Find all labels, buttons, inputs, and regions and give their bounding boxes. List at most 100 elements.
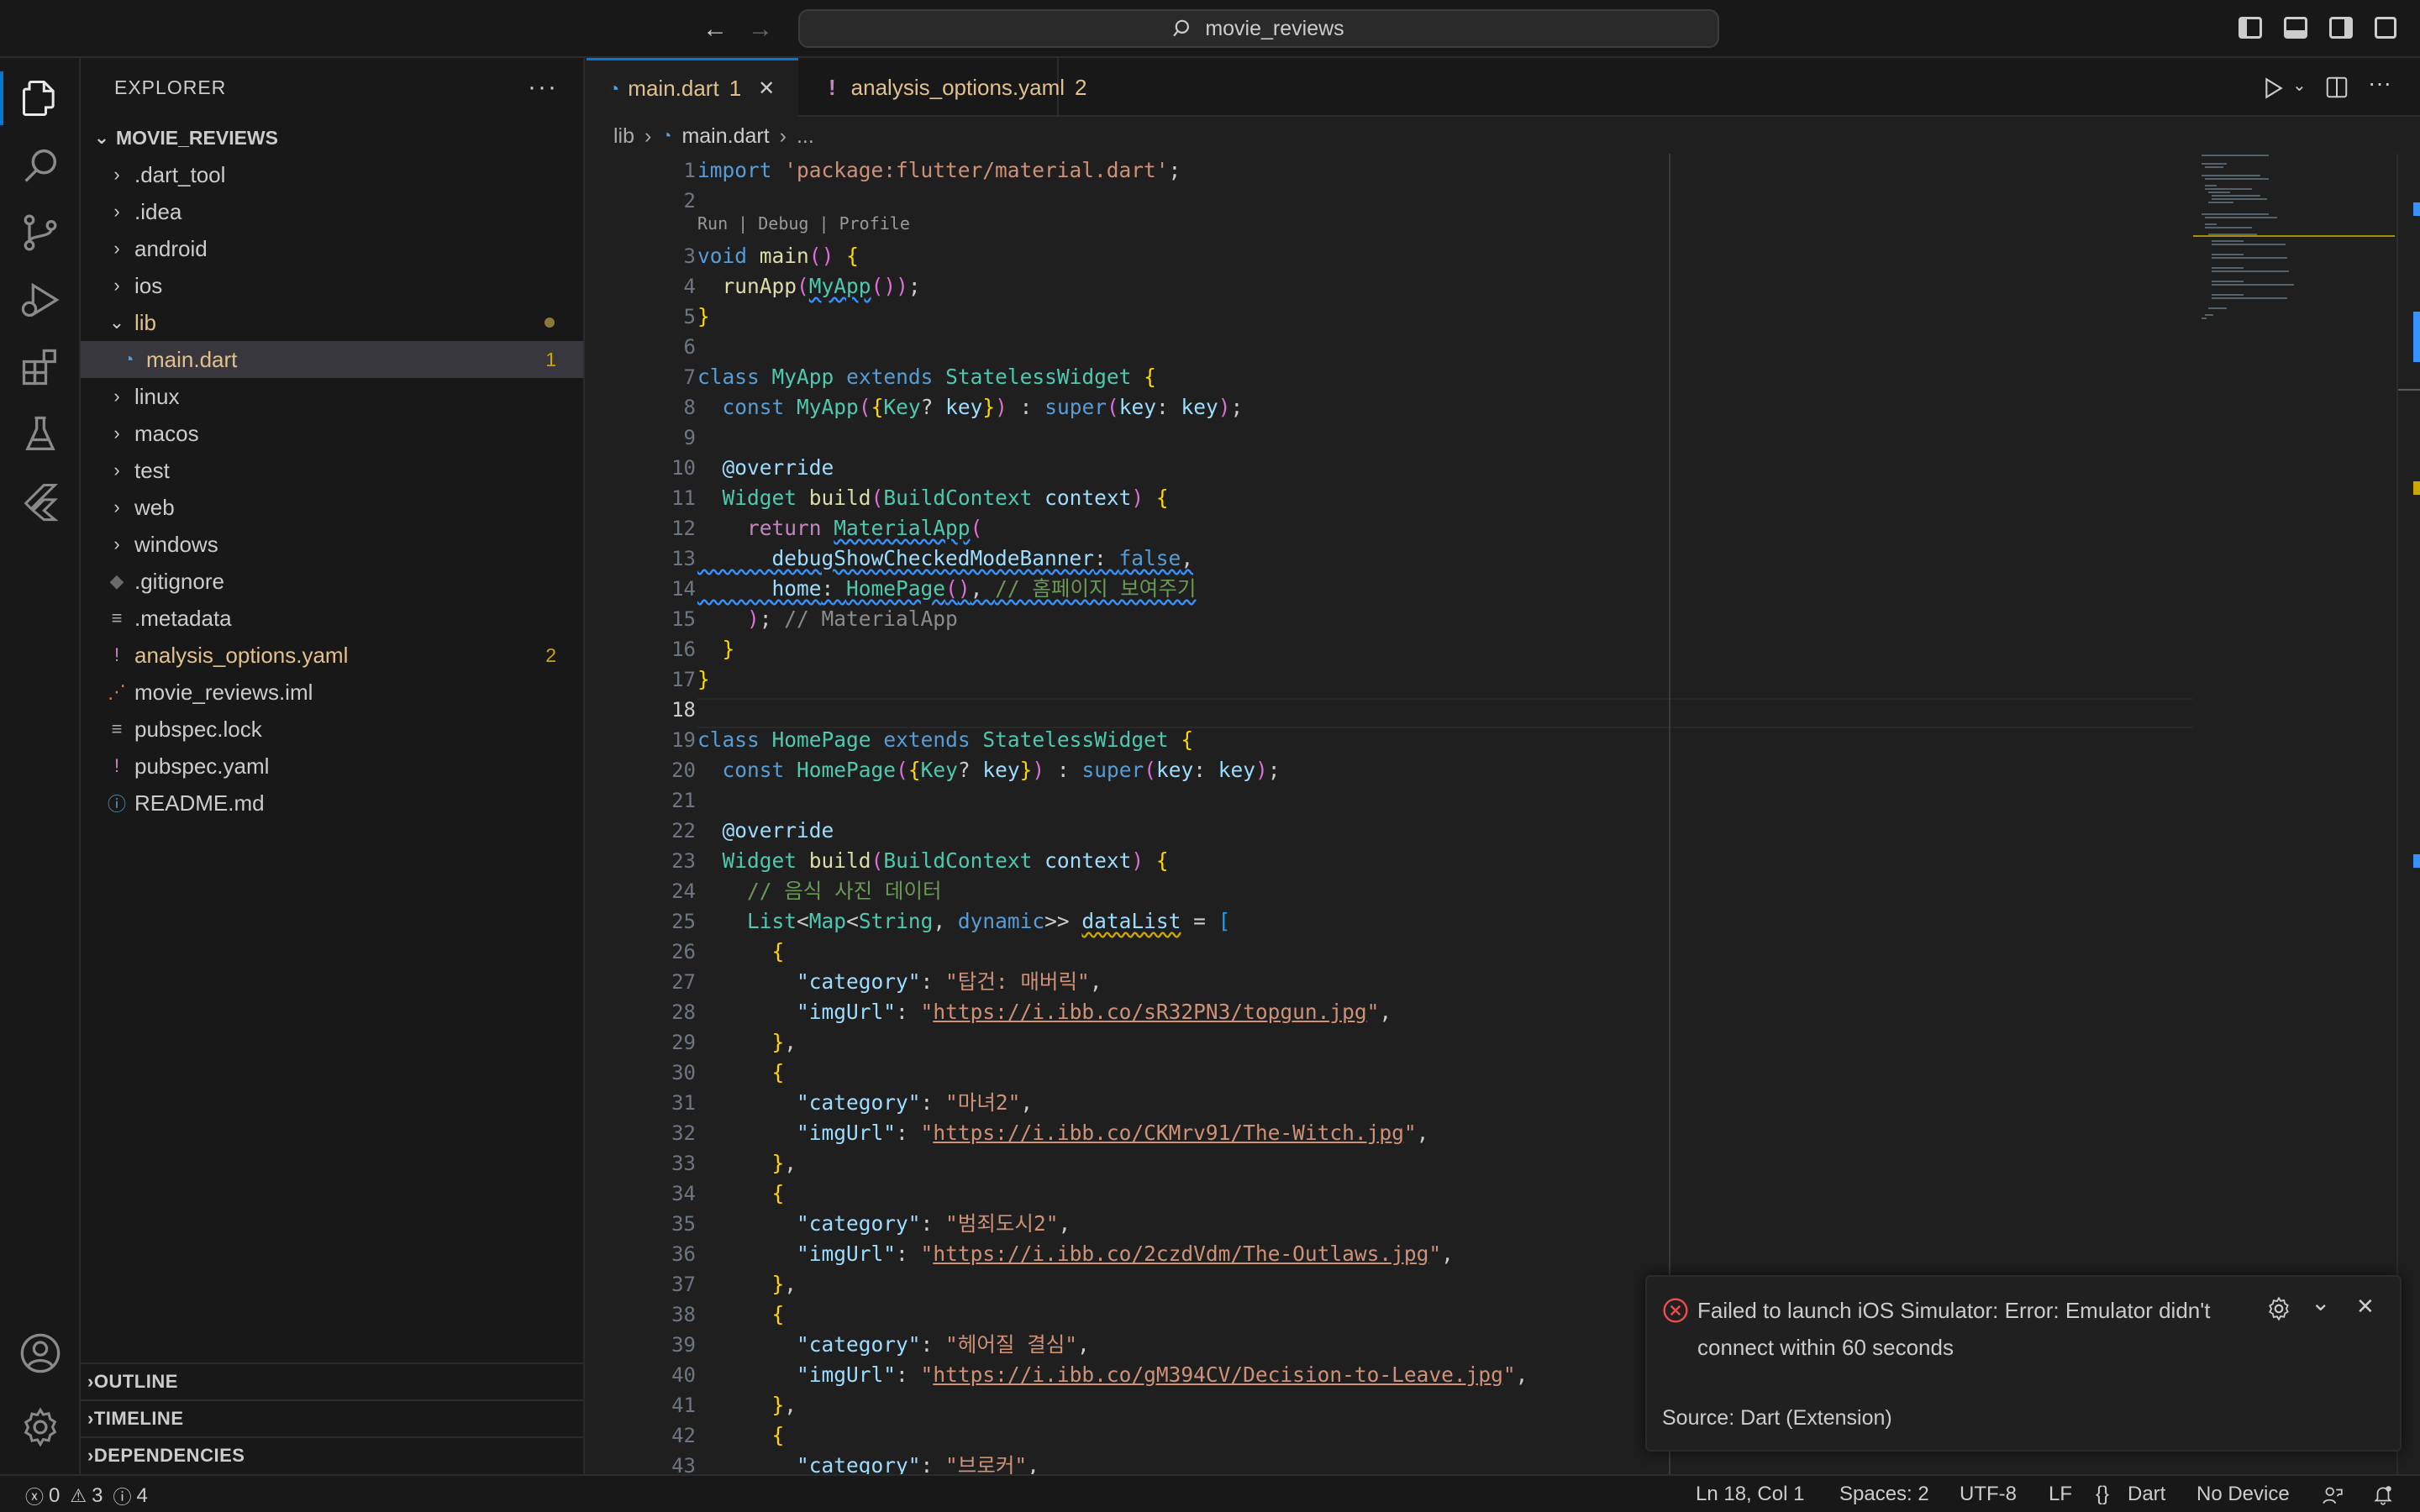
search-text: movie_reviews: [1205, 16, 1344, 40]
dependencies-section[interactable]: › DEPENDENCIES: [81, 1436, 583, 1473]
tree-item-label: lib: [134, 309, 157, 335]
language-braces-icon: {}: [2096, 1483, 2110, 1505]
problems-indicator[interactable]: ⓧ 0 ⚠ 3 ⓘ 4: [25, 1483, 148, 1509]
end-of-line[interactable]: LF: [2049, 1483, 2072, 1506]
encoding[interactable]: UTF-8: [1960, 1483, 2017, 1506]
code-line: {: [771, 1060, 785, 1084]
chevron-right-icon: ›: [87, 1445, 94, 1466]
more-actions-icon[interactable]: ···: [528, 73, 558, 102]
chevron-right-icon: ›: [113, 238, 120, 259]
tab-analysis-options[interactable]: ! analysis_options.yaml 2: [800, 58, 1087, 117]
account-icon[interactable]: [0, 1320, 81, 1387]
notifications-bell-icon[interactable]: [2371, 1484, 2395, 1506]
timeline-section[interactable]: › TIMELINE: [81, 1399, 583, 1436]
folder-item[interactable]: ⌄ lib: [81, 304, 583, 341]
code-line: "category": "탑건: 매버릭",: [797, 969, 1102, 994]
line-number: 13: [671, 547, 696, 570]
folder-item[interactable]: › .dart_tool: [81, 156, 583, 193]
scrollbar-marker: [2413, 202, 2420, 216]
folder-item[interactable]: › .idea: [81, 193, 583, 230]
outline-section[interactable]: › OUTLINE: [81, 1362, 583, 1399]
code-lens-run-debug-profile[interactable]: Run | Debug | Profile: [697, 211, 910, 236]
run-and-debug-icon[interactable]: [0, 266, 81, 333]
file-item[interactable]: ≡ .metadata: [81, 600, 583, 637]
explorer-icon[interactable]: [0, 65, 81, 132]
search-view-icon[interactable]: [0, 132, 81, 199]
more-actions-icon[interactable]: ···: [2368, 70, 2391, 97]
indentation[interactable]: Spaces: 2: [1839, 1483, 1929, 1506]
scrollbar-marker: [2413, 312, 2420, 362]
code-line: // 음식 사진 데이터: [747, 879, 942, 903]
tree-item-label: linux: [134, 383, 180, 409]
code-line: Widget build(BuildContext context) {: [722, 486, 1169, 510]
code-line: }: [697, 304, 710, 328]
file-item[interactable]: ◆ .gitignore: [81, 563, 583, 600]
file-item[interactable]: ! analysis_options.yaml 2: [81, 637, 583, 674]
split-editor-icon[interactable]: [2324, 75, 2349, 100]
breadcrumb: lib › ◔ main.dart › ...: [587, 118, 2183, 154]
file-item[interactable]: ≡ pubspec.lock: [81, 711, 583, 748]
tab-main-dart[interactable]: ◔ main.dart 1 ✕: [587, 58, 798, 117]
device-selector[interactable]: No Device: [2196, 1483, 2290, 1506]
line-number: 21: [671, 789, 696, 812]
problem-count-badge: 2: [545, 643, 556, 666]
feedback-icon[interactable]: [2321, 1484, 2344, 1506]
file-item[interactable]: ◔ main.dart 1: [81, 341, 583, 378]
toggle-panel-icon[interactable]: [2284, 17, 2307, 39]
close-notification-icon[interactable]: ✕: [2356, 1294, 2375, 1320]
notification-settings-gear-icon[interactable]: [2265, 1295, 2292, 1322]
chevron-right-icon: ›: [113, 201, 120, 222]
file-item[interactable]: ! pubspec.yaml: [81, 748, 583, 785]
folder-item[interactable]: › android: [81, 230, 583, 267]
chevron-right-icon: ›: [113, 275, 120, 296]
code-line: {: [771, 939, 785, 963]
rss-file-icon: ⋰: [108, 681, 126, 702]
code-line: {: [771, 1302, 785, 1326]
forward-arrow-icon[interactable]: →: [748, 15, 773, 44]
run-icon[interactable]: [2259, 75, 2286, 102]
minimap-preview: [2193, 155, 2395, 319]
scrollbar-cursor-marker: [2398, 389, 2420, 391]
tree-item-label: pubspec.lock: [134, 716, 262, 742]
tab-label: analysis_options.yaml: [850, 74, 1065, 100]
folder-item[interactable]: › web: [81, 489, 583, 526]
explorer-header: EXPLORER: [114, 76, 227, 98]
file-item[interactable]: ⋰ movie_reviews.iml: [81, 674, 583, 711]
line-number: 14: [671, 577, 696, 601]
folder-item[interactable]: › ios: [81, 267, 583, 304]
back-arrow-icon[interactable]: ←: [702, 15, 728, 44]
run-dropdown-chevron-icon[interactable]: ⌄: [2292, 75, 2307, 96]
customize-layout-icon[interactable]: [2375, 17, 2396, 39]
breadcrumb-folder[interactable]: lib: [613, 124, 634, 149]
breadcrumb-file[interactable]: main.dart: [681, 124, 769, 149]
breadcrumb-symbol[interactable]: ...: [797, 124, 814, 149]
flutter-icon[interactable]: [0, 468, 81, 535]
file-item[interactable]: ⓘ README.md: [81, 785, 583, 822]
source-control-icon[interactable]: [0, 199, 81, 266]
code-line: },: [771, 1272, 797, 1296]
code-line: "category": "범죄도시2",: [797, 1211, 1071, 1236]
folder-item[interactable]: › test: [81, 452, 583, 489]
close-tab-icon[interactable]: ✕: [758, 76, 775, 101]
code-line: {: [771, 1423, 785, 1447]
command-center-search[interactable]: movie_reviews: [798, 9, 1719, 48]
folder-item[interactable]: › windows: [81, 526, 583, 563]
cursor-position[interactable]: Ln 18, Col 1: [1696, 1483, 1804, 1506]
yaml-file-icon: !: [829, 74, 836, 100]
line-number: 24: [671, 879, 696, 903]
code-line: class MyApp extends StatelessWidget {: [697, 365, 1156, 389]
extensions-icon[interactable]: [0, 333, 81, 401]
workspace-root-label: MOVIE_REVIEWS: [116, 126, 278, 149]
chevron-right-icon: ›: [113, 496, 120, 517]
toggle-secondary-sidebar-icon[interactable]: [2329, 17, 2353, 39]
line-number: 19: [671, 728, 696, 752]
toggle-primary-sidebar-icon[interactable]: [2238, 17, 2262, 39]
workspace-root[interactable]: ⌄ MOVIE_REVIEWS: [81, 119, 583, 156]
folder-item[interactable]: › linux: [81, 378, 583, 415]
language-mode[interactable]: Dart: [2128, 1483, 2165, 1506]
line-number: 29: [671, 1031, 696, 1054]
collapse-notification-chevron-icon[interactable]: ⌄: [2311, 1289, 2330, 1316]
testing-flask-icon[interactable]: [0, 401, 81, 468]
settings-gear-icon[interactable]: [0, 1394, 81, 1461]
folder-item[interactable]: › macos: [81, 415, 583, 452]
